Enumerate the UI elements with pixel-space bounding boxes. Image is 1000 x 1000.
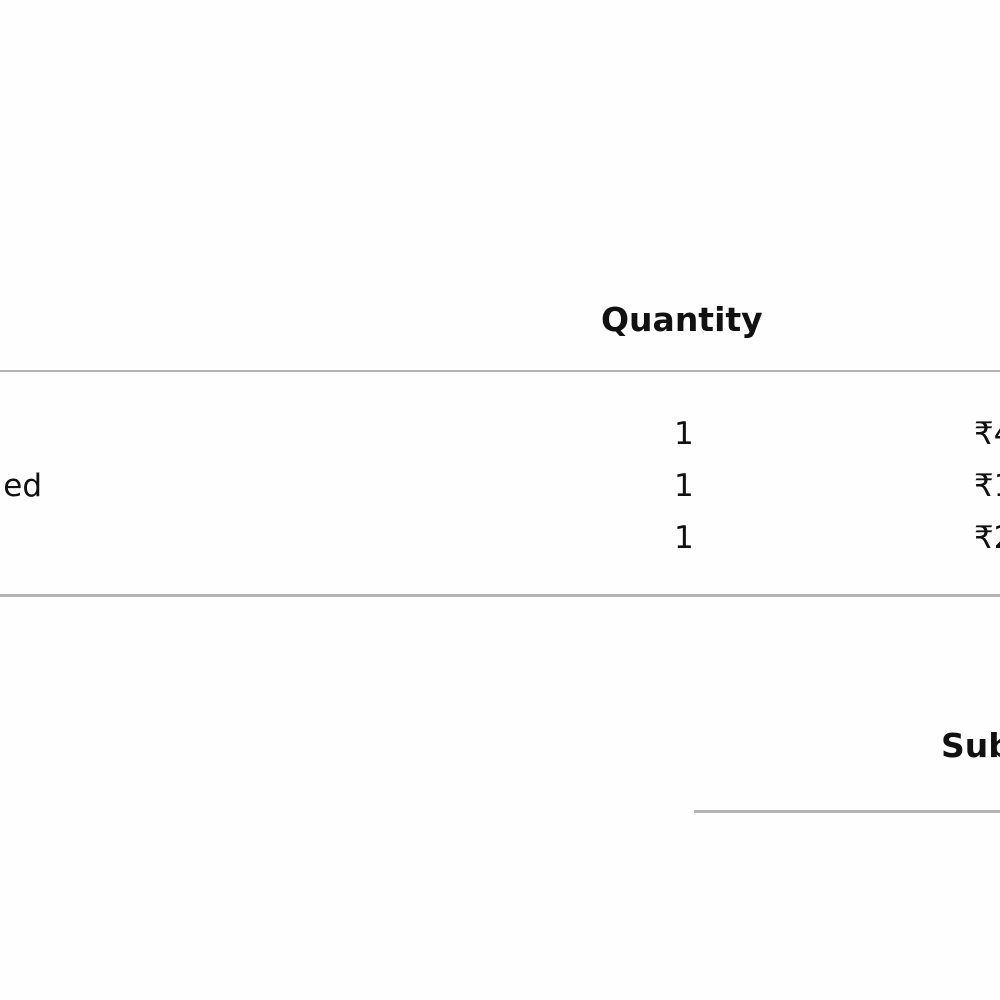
- item-quantity: 1: [674, 468, 694, 504]
- item-quantity: 1: [674, 520, 694, 556]
- item-quantity: 1: [674, 416, 694, 452]
- header-divider: [0, 370, 1000, 372]
- table-row: 1 ₹4: [0, 408, 1000, 460]
- subtotal-label: Sub: [941, 726, 1000, 765]
- table-row: 1 ₹2: [0, 512, 1000, 564]
- item-price: ₹1: [974, 468, 1000, 504]
- quantity-column-header: Quantity: [601, 300, 763, 339]
- order-table: Quantity 1 ₹4 ed 1 ₹1 1 ₹2 Sub: [0, 0, 1000, 1000]
- item-price: ₹4: [974, 416, 1000, 452]
- subtotal-divider: [694, 810, 1000, 813]
- table-row: ed 1 ₹1: [0, 460, 1000, 512]
- item-price: ₹2: [974, 520, 1000, 556]
- table-bottom-divider: [0, 594, 1000, 597]
- item-name: ed: [3, 468, 42, 504]
